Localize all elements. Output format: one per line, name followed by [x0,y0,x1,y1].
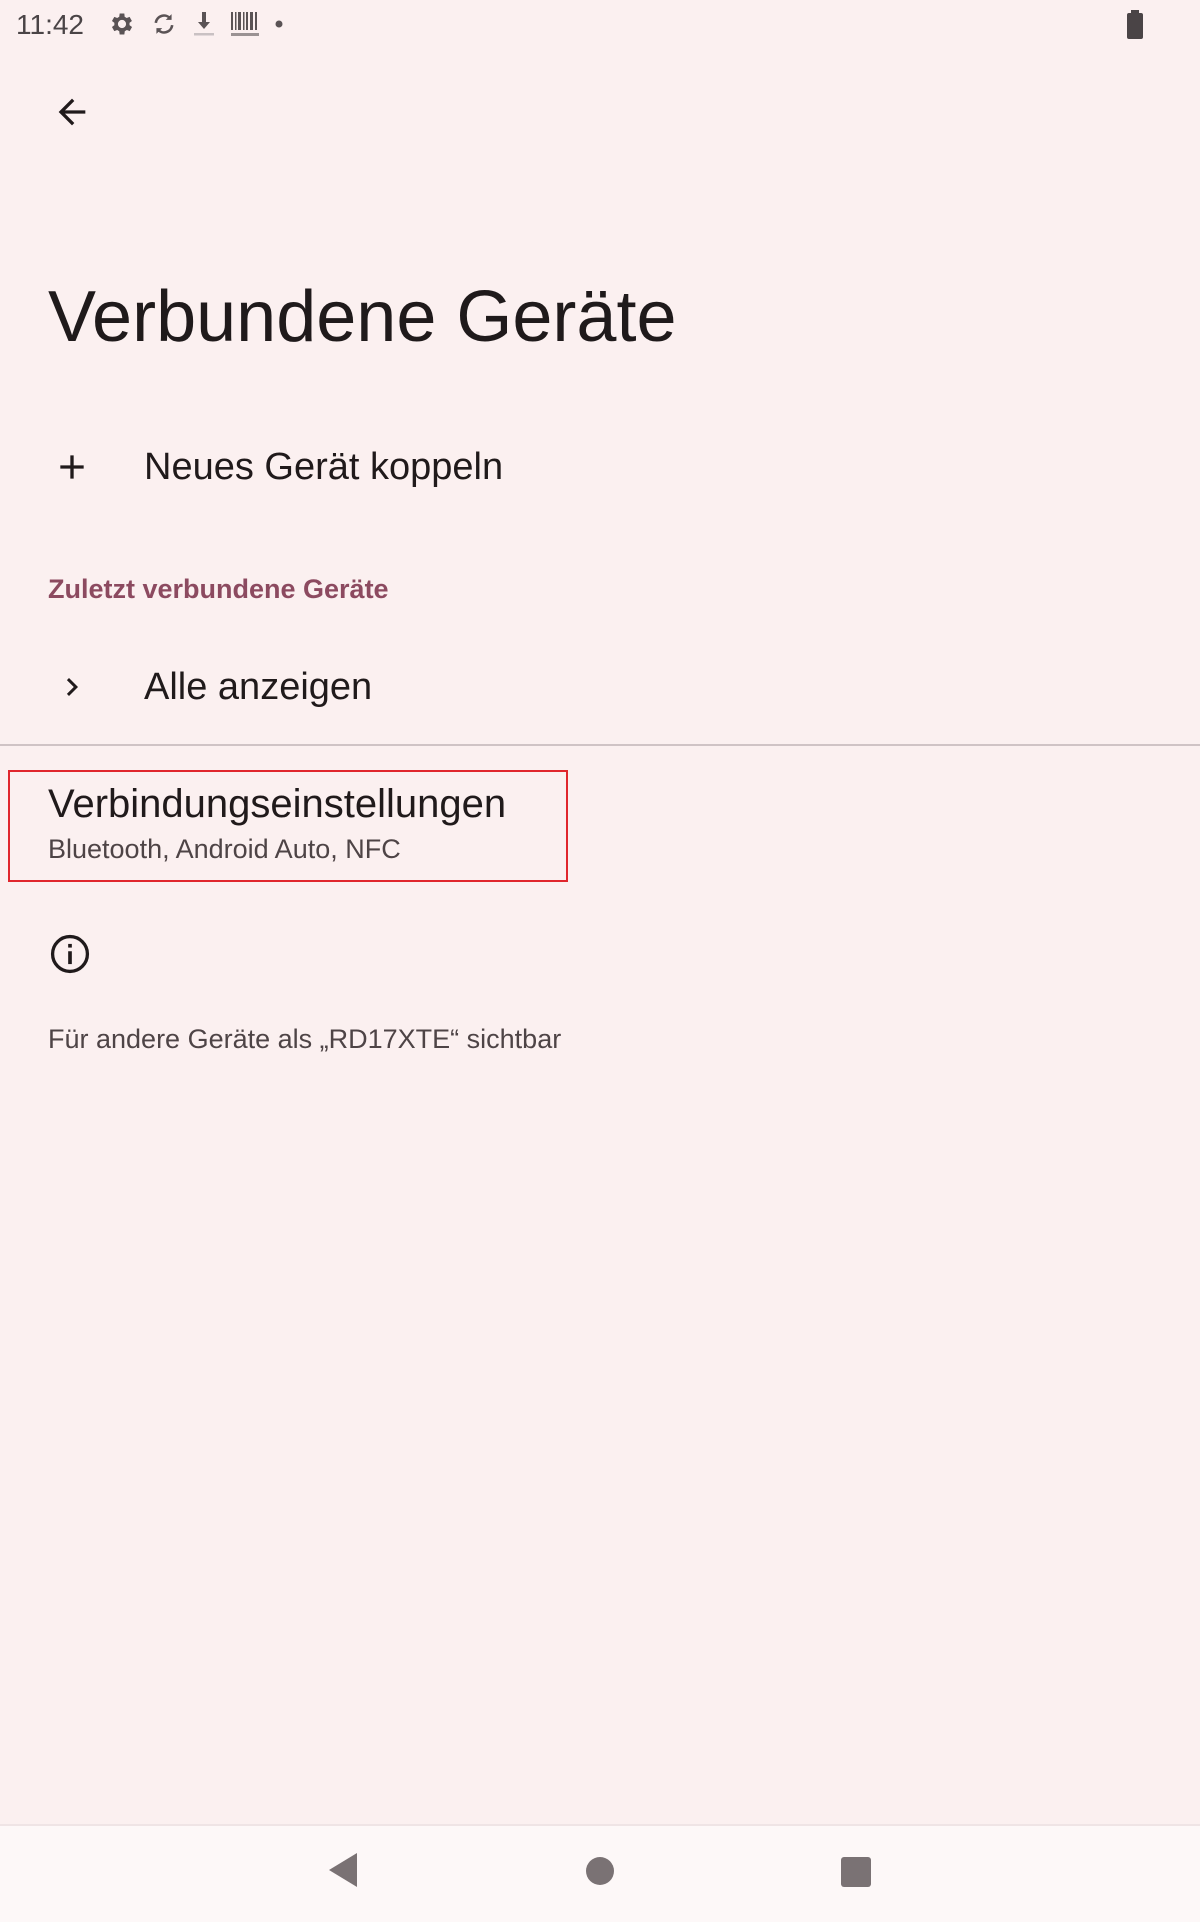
dot-icon [274,10,284,38]
see-all-label: Alle anzeigen [144,665,373,708]
settings-icon [108,10,136,38]
info-icon [48,932,96,980]
page-title: Verbundene Geräte [48,277,677,357]
pair-new-device-label: Neues Gerät koppeln [144,445,504,488]
status-time: 11:42 [16,9,84,40]
back-button[interactable] [48,90,96,138]
battery-icon [1126,10,1144,45]
arrow-back-icon [52,92,92,137]
barcode-icon [230,10,260,38]
sync-icon [150,10,178,38]
connection-settings-subtitle: Bluetooth, Android Auto, NFC [48,834,401,864]
plus-icon [48,443,96,491]
chevron-right-icon [48,663,96,711]
pair-new-device-item[interactable]: Neues Gerät koppeln [0,432,1200,502]
nav-back-icon[interactable] [325,1849,359,1896]
nav-recents-icon[interactable] [841,1857,871,1892]
see-all-item[interactable]: Alle anzeigen [0,652,1200,722]
status-icons [108,10,284,38]
download-icon [192,10,216,38]
recent-devices-header: Zuletzt verbundene Geräte [48,574,389,604]
nav-home-icon[interactable] [586,1857,614,1890]
connection-settings-title: Verbindungseinstellungen [48,782,507,826]
divider [0,744,1200,746]
device-visibility-text: Für andere Geräte als „RD17XTE“ sichtbar [48,1024,562,1054]
